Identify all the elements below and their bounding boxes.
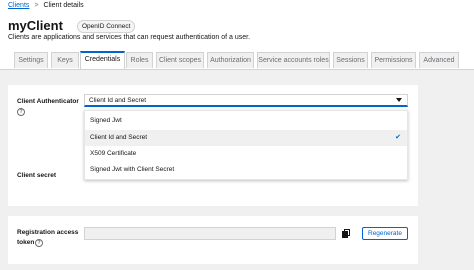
protocol-badge: OpenID Connect [77,20,136,33]
menu-item-label: X509 Certificate [90,150,137,157]
tab-service-accounts-roles[interactable]: Service accounts roles [257,52,330,68]
check-icon: ✔ [395,134,401,141]
menu-item-label: Client Id and Secret [90,134,148,141]
tab-sessions[interactable]: Sessions [333,52,368,68]
tab-settings[interactable]: Settings [14,52,48,68]
tab-permissions[interactable]: Permissions [371,52,416,68]
menu-item-signed-jwt-secret[interactable]: Signed Jwt with Client Secret [85,162,407,178]
page-subtitle: Clients are applications and services th… [8,34,251,41]
client-secret-label: Client secret [17,172,57,179]
select-value: Client Id and Secret [89,97,147,104]
tab-credentials[interactable]: Credentials [80,51,125,69]
breadcrumb-current: Client details [43,2,84,9]
tab-roles[interactable]: Roles [126,52,153,68]
menu-item-label: Signed Jwt with Client Secret [90,166,175,173]
breadcrumb-clients-link[interactable]: Clients [8,2,29,9]
tab-bar: Settings Keys Credentials Roles Client s… [0,51,474,70]
menu-item-signed-jwt[interactable]: Signed Jwt [85,113,407,129]
authenticator-select[interactable]: Client Id and Secret [84,94,408,107]
authenticator-label: Client Authenticator [17,98,79,105]
registration-token-label-2: token [17,239,35,246]
tab-client-scopes[interactable]: Client scopes [156,52,204,68]
menu-item-x509[interactable]: X509 Certificate [85,146,407,162]
copy-icon[interactable] [342,229,350,238]
breadcrumb: Clients > Client details [8,2,84,9]
tab-authorization[interactable]: Authorization [207,52,254,68]
registration-card [8,216,418,264]
breadcrumb-separator: > [34,2,39,9]
caret-down-icon [396,98,402,102]
regenerate-button[interactable]: Regenerate [362,227,408,240]
registration-token-label: Registration access [17,229,79,236]
registration-token-field[interactable] [84,227,336,240]
menu-item-label: Signed Jwt [90,117,122,124]
help-icon[interactable]: ? [35,239,43,247]
authenticator-menu: Signed Jwt Client Id and Secret ✔ X509 C… [84,110,408,180]
tab-keys[interactable]: Keys [51,52,79,68]
tab-advanced[interactable]: Advanced [419,52,459,68]
help-icon[interactable]: ? [17,108,25,116]
page-title: myClient [8,18,63,33]
menu-item-client-id-secret[interactable]: Client Id and Secret ✔ [85,130,407,146]
